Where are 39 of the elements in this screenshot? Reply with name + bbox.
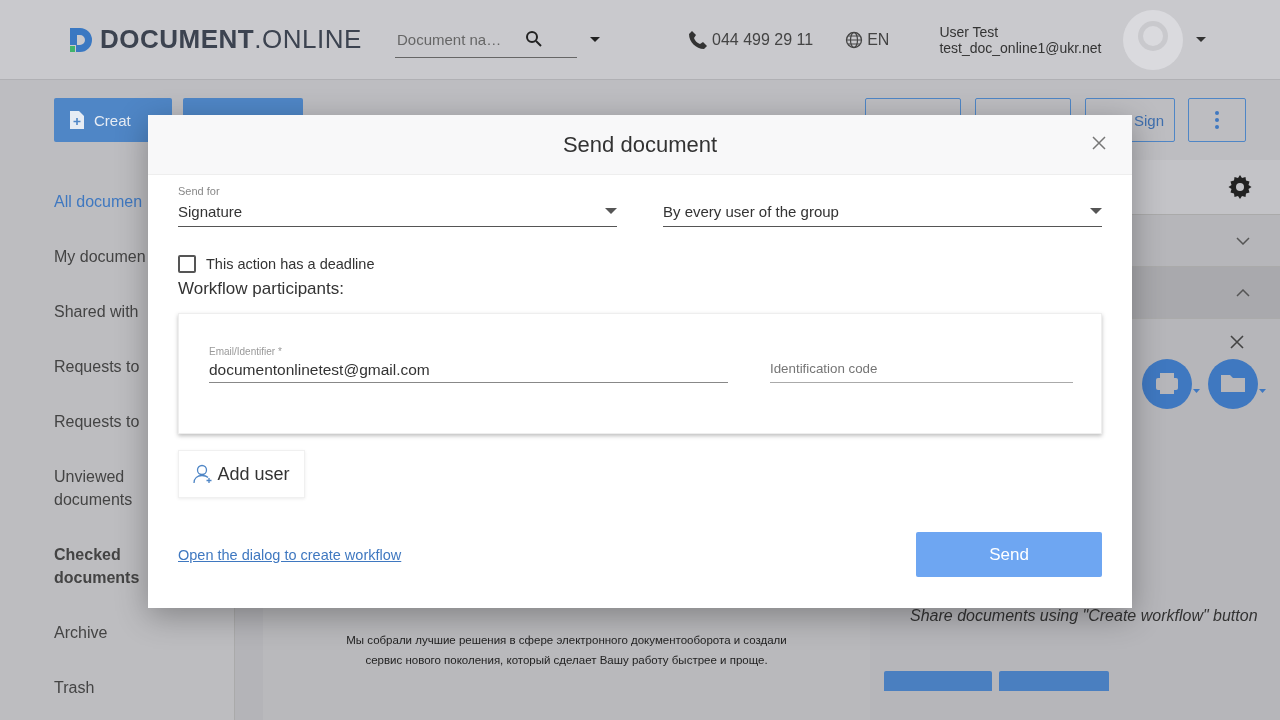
caret-icon bbox=[1090, 208, 1102, 214]
description-text: Мы собрали лучшие решения в сфере электронного документооборота и создали сервис нового поколения, который сделает Вашу работу быстрее и проще. bbox=[345, 633, 788, 668]
search-field[interactable]: Document na… bbox=[395, 29, 525, 49]
caret-icon bbox=[605, 208, 617, 214]
sidebar-item[interactable]: Archive bbox=[54, 621, 154, 676]
workflow-link[interactable]: Open the dialog to create workflow bbox=[178, 546, 402, 563]
phone-icon bbox=[687, 28, 709, 51]
add-user-button[interactable]: Add user bbox=[178, 450, 305, 498]
close-icon[interactable] bbox=[1092, 136, 1106, 150]
field-value: documentonlinetest@gmail.com bbox=[209, 361, 431, 379]
select-value: By every user of the group bbox=[663, 202, 839, 220]
field-label: Email/Identifier * bbox=[209, 346, 283, 357]
close-icon[interactable] bbox=[1230, 335, 1244, 349]
select-field[interactable]: By every user of the group bbox=[663, 185, 1102, 227]
language-label[interactable]: EN bbox=[867, 30, 890, 49]
section-label: Workflow participants: bbox=[178, 279, 345, 299]
folder-icon[interactable] bbox=[1208, 359, 1266, 409]
field-label: Send for bbox=[178, 185, 221, 199]
user-name: User Test bbox=[939, 23, 1000, 40]
select-field[interactable]: Send for Signature bbox=[178, 185, 617, 227]
user-email: test_doc_online1@ukr.net bbox=[939, 39, 1102, 56]
logo-icon bbox=[68, 25, 94, 54]
select-value: Signature bbox=[178, 202, 243, 220]
checkbox-label: This action has a deadline bbox=[206, 256, 375, 272]
caret-icon[interactable] bbox=[1195, 36, 1208, 43]
user-plus-icon bbox=[193, 464, 214, 484]
kebab-icon bbox=[1215, 111, 1219, 129]
hint-text: Share documents using "Create workflow" button bbox=[910, 607, 1259, 625]
logo-text: DOCUMENT.ONLINE bbox=[100, 24, 362, 55]
settings-icon[interactable] bbox=[1228, 175, 1252, 199]
search-icon bbox=[525, 30, 543, 48]
globe-icon bbox=[845, 30, 864, 49]
dialog-title: Send document bbox=[562, 131, 718, 158]
email-field[interactable]: Email/Identifier * documentonlinetest@gmail.com bbox=[209, 338, 728, 383]
sidebar-item[interactable]: Trash bbox=[54, 676, 154, 720]
phone-number: 044 499 29 11 bbox=[712, 30, 814, 49]
checkbox[interactable] bbox=[178, 255, 196, 273]
caret-icon[interactable] bbox=[589, 36, 601, 43]
document-plus-icon bbox=[70, 111, 84, 129]
